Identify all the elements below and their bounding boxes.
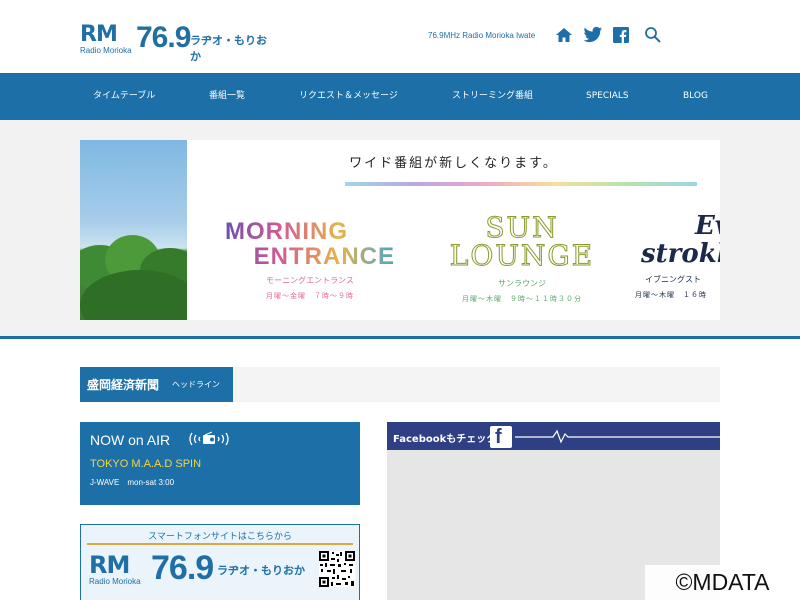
main-nav: タイムテーブル 番組一覧 リクエスト＆メッセージ ストリーミング番組 SPECI… [0,73,800,120]
program-kana: イブニングスト [645,275,701,284]
home-icon[interactable] [555,26,573,44]
smartphone-site-banner[interactable]: スマートフォンサイトはこちらから RM Radio Morioka 76.9 ラ… [80,524,360,600]
qr-code-icon [319,551,355,587]
nav-blog[interactable]: BLOG [683,73,708,120]
banner-title: ワイド番組が新しくなります。 [349,156,558,171]
nav-specials[interactable]: SPECIALS [586,73,629,120]
now-on-air-panel[interactable]: NOW on AIR TOKYO M.A.A.D SPIN J-WAVE mon… [80,422,360,505]
program-name-line2: strokk [641,239,720,269]
nav-timetable[interactable]: タイムテーブル [93,73,155,120]
smartphone-title: スマートフォンサイトはこちらから [148,532,292,542]
logo-frequency: 76.9 [136,21,191,54]
program-time: 月曜〜木曜 １６時 [635,291,707,299]
onair-title: NOW on AIR [90,432,171,448]
logo-rm-subtext: Radio Morioka [80,46,132,55]
program-name-line1: MORNING [225,218,395,246]
copyright-watermark: ©MDATA [645,565,800,600]
pulse-line-icon [515,429,720,444]
smartphone-logo-rm: RM [89,551,130,579]
smartphone-logo-rm-sub: Radio Morioka [89,577,141,586]
logo-japanese: ラヂオ・もりおか [190,34,267,63]
facebook-widget-label: Facebookもチェック [393,434,497,445]
headline-tab[interactable]: 盛岡経済新聞 ヘッドライン [80,367,233,402]
search-icon[interactable] [644,26,662,44]
facebook-logo-letter: f [495,426,502,448]
program-kana: サンラウンジ [498,279,546,288]
site-logo[interactable]: RM Radio Morioka 76.9 ラヂオ・もりおか [80,21,270,63]
program-name-line2: LOUNGE [449,239,595,272]
twitter-icon[interactable] [583,26,603,44]
site-header: RM Radio Morioka 76.9 ラヂオ・もりおか 76.9MHz R… [0,0,800,73]
program-kana: モーニングエントランス [266,276,354,285]
nav-program-list[interactable]: 番組一覧 [209,73,245,120]
header-tagline: 76.9MHz Radio Morioka Iwate [428,31,536,40]
banner-divider [0,336,800,339]
facebook-logo-icon: f [490,426,512,448]
facebook-icon[interactable] [613,27,629,43]
new-programs-banner[interactable]: ワイド番組が新しくなります。 MORNING ENTRANCE モーニングエント… [187,140,720,320]
program-name-line2: ENTRANCE [225,243,395,271]
smartphone-divider [87,543,353,545]
program-time: 月曜〜金曜 ７時〜９時 [266,292,354,300]
headline-subtitle: ヘッドライン [172,380,220,389]
banner-photo[interactable] [80,140,187,320]
smartphone-logo-japanese: ラヂオ・もりおか [217,564,305,577]
headline-title: 盛岡経済新聞 [87,378,160,392]
program-name-line1: Ev [695,211,720,241]
banner-rainbow-line [345,182,697,186]
facebook-widget-header[interactable]: Facebookもチェック f [387,422,720,450]
logo-rm-text: RM [80,22,118,47]
smartphone-logo-frequency: 76.9 [151,549,214,587]
onair-program: TOKYO M.A.A.D SPIN [90,458,202,470]
nav-request-message[interactable]: リクエスト＆メッセージ [299,73,398,120]
program-sun-lounge[interactable]: SUN LOUNGE サンラウンジ 月曜〜木曜 ９時〜１１時３０分 [442,211,602,304]
program-time: 月曜〜木曜 ９時〜１１時３０分 [462,295,582,303]
program-name-line1: SUN [485,211,559,244]
nav-streaming[interactable]: ストリーミング番組 [452,73,533,120]
onair-station: J-WAVE mon-sat 3:00 [90,478,175,487]
program-morning-entrance[interactable]: MORNING ENTRANCE モーニングエントランス 月曜〜金曜 ７時〜９時 [225,218,395,301]
program-evening[interactable]: Ev strokk イブニングスト 月曜〜木曜 １６時 [635,212,720,300]
radio-wave-icon [189,431,229,446]
